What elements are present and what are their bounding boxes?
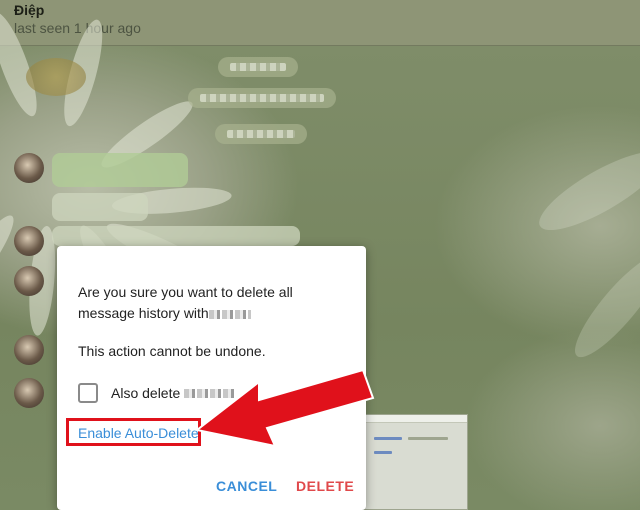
dialog-warning: This action cannot be undone. bbox=[78, 343, 266, 359]
avatar[interactable] bbox=[14, 378, 44, 408]
date-pill bbox=[218, 57, 298, 77]
embedded-screenshot bbox=[363, 414, 468, 510]
avatar[interactable] bbox=[14, 226, 44, 256]
message-bubble[interactable] bbox=[52, 153, 188, 187]
date-pill bbox=[215, 124, 307, 144]
contact-name: Điệp bbox=[14, 2, 45, 18]
avatar[interactable] bbox=[14, 266, 44, 296]
message-bubble[interactable] bbox=[52, 193, 148, 221]
also-delete-checkbox[interactable] bbox=[78, 383, 98, 403]
auto-delete-highlight-box: Enable Auto-Delete bbox=[66, 418, 201, 446]
message-bubble[interactable] bbox=[52, 226, 300, 246]
service-message bbox=[188, 88, 336, 108]
avatar[interactable] bbox=[14, 153, 44, 183]
dialog-message: Are you sure you want to delete all mess… bbox=[78, 282, 348, 324]
red-arrow-icon bbox=[195, 368, 375, 448]
redacted-contact-name bbox=[208, 309, 251, 319]
dialog-message-text: Are you sure you want to delete all mess… bbox=[78, 284, 293, 321]
last-seen-status: last seen 1 hour ago bbox=[14, 20, 141, 36]
avatar[interactable] bbox=[14, 335, 44, 365]
enable-auto-delete-link[interactable]: Enable Auto-Delete bbox=[78, 425, 199, 441]
also-delete-label: Also delete bbox=[111, 385, 181, 401]
cancel-button[interactable]: CANCEL bbox=[216, 478, 277, 494]
delete-button[interactable]: DELETE bbox=[296, 478, 354, 494]
